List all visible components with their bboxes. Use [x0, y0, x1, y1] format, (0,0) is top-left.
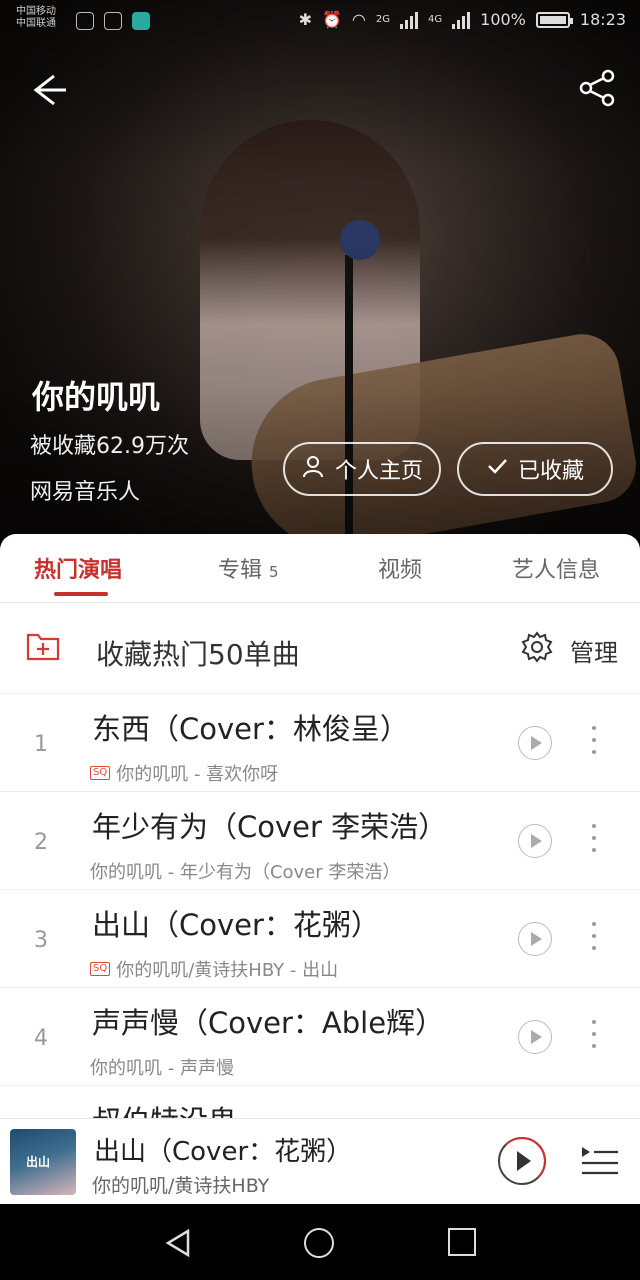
wifi-icon: ◠ — [351, 10, 366, 29]
playlist-icon[interactable] — [580, 1143, 620, 1177]
song-row[interactable]: 2 年少有为（Cover 李荣浩） 你的叽叽 - 年少有为（Cover 李荣浩） — [0, 792, 640, 890]
active-tab-indicator — [54, 592, 108, 596]
gear-icon[interactable] — [521, 631, 553, 663]
content-sheet: 热门演唱 专辑 5 视频 艺人信息 收藏热门50单曲 管理 1 东西（Cover… — [0, 534, 640, 1118]
tab-videos[interactable]: 视频 — [378, 552, 422, 584]
tab-hot-songs[interactable]: 热门演唱 — [34, 552, 122, 584]
play-icon[interactable] — [518, 726, 552, 760]
song-index: 2 — [34, 830, 48, 855]
sq-badge: SQ — [90, 766, 111, 780]
artist-source: 网易音乐人 — [30, 480, 141, 505]
reader-icon — [132, 12, 150, 30]
sq-badge: SQ — [90, 962, 111, 976]
back-arrow-icon[interactable] — [28, 70, 72, 110]
play-pause-icon[interactable] — [498, 1137, 546, 1185]
artist-name: 你的叽叽 — [32, 378, 161, 416]
collect-all-label: 收藏热门50单曲 — [96, 638, 300, 671]
manage-button[interactable]: 管理 — [570, 633, 618, 668]
tab-bar: 热门演唱 专辑 5 视频 艺人信息 — [0, 534, 640, 603]
song-index: 4 — [34, 1026, 48, 1051]
carrier-2: 中国联通 — [16, 18, 56, 29]
network-2g: 2G — [375, 14, 391, 25]
tab-albums[interactable]: 专辑 5 — [218, 552, 279, 584]
song-title: 东西（Cover：林俊呈） — [92, 712, 409, 746]
more-vertical-icon[interactable] — [592, 922, 600, 958]
person-icon — [301, 454, 325, 484]
song-title: 出山（Cover：花粥） — [92, 908, 380, 942]
collect-all-row[interactable]: 收藏热门50单曲 管理 — [0, 603, 640, 694]
song-row[interactable]: 4 声声慢（Cover：Able辉） 你的叽叽 - 声声慢 — [0, 988, 640, 1086]
alarm-icon: ⏰ — [322, 10, 342, 29]
battery-percent: 100% — [480, 10, 526, 29]
play-icon[interactable] — [518, 824, 552, 858]
system-nav-bar — [0, 1204, 640, 1280]
clock: 18:23 — [579, 10, 626, 29]
bluetooth-icon: ✱ — [298, 10, 312, 29]
play-icon[interactable] — [518, 922, 552, 956]
more-vertical-icon[interactable] — [592, 1020, 600, 1056]
song-title: 声声慢（Cover：Able辉） — [92, 1006, 445, 1040]
song-row[interactable]: 3 出山（Cover：花粥） SQ 你的叽叽/黄诗扶HBY - 出山 — [0, 890, 640, 988]
signal-icon — [400, 11, 419, 29]
battery-icon — [535, 11, 573, 28]
song-title: 年少有为（Cover 李荣浩） — [92, 810, 448, 844]
nav-recent-apps-icon[interactable] — [448, 1228, 476, 1256]
qq-icon — [76, 12, 94, 30]
carrier-1: 中国移动 — [16, 6, 56, 17]
nav-back-icon[interactable] — [164, 1228, 194, 1258]
collected-button[interactable]: 已收藏 — [457, 442, 613, 496]
tab-artist-info[interactable]: 艺人信息 — [512, 552, 600, 584]
song-row[interactable]: 1 东西（Cover：林俊呈） SQ 你的叽叽 - 喜欢你呀 — [0, 694, 640, 792]
song-subtitle: 你的叽叽 - 声声慢 — [90, 1058, 234, 1079]
now-playing-title: 出山（Cover：花粥） — [94, 1137, 353, 1167]
song-index: 1 — [34, 732, 48, 757]
song-list: 1 东西（Cover：林俊呈） SQ 你的叽叽 - 喜欢你呀 2 年少有为（Cov… — [0, 694, 640, 1118]
more-vertical-icon[interactable] — [592, 824, 600, 860]
signal-icon-2 — [452, 11, 471, 29]
app-icon — [104, 12, 122, 30]
song-title: 叔伯特没鬼 — [92, 1098, 237, 1118]
song-row[interactable]: 叔伯特没鬼 — [0, 1086, 640, 1118]
status-bar: 中国移动 中国联通 ✱ ⏰ ◠ 2G 4G 100% 18:23 — [0, 0, 640, 44]
song-subtitle: 你的叽叽 - 年少有为（Cover 李荣浩） — [90, 862, 401, 883]
album-cover[interactable]: 出山 — [10, 1129, 76, 1195]
play-icon[interactable] — [518, 1020, 552, 1054]
more-vertical-icon[interactable] — [592, 726, 600, 762]
check-icon — [486, 455, 508, 483]
nav-home-icon[interactable] — [304, 1228, 334, 1258]
artist-hero: 你的叽叽 被收藏62.9万次 网易音乐人 个人主页 已收藏 — [0, 0, 640, 560]
mini-player[interactable]: 出山 出山（Cover：花粥） 你的叽叽/黄诗扶HBY — [0, 1118, 640, 1205]
now-playing-artist: 你的叽叽/黄诗扶HBY — [92, 1175, 270, 1197]
network-4g: 4G — [428, 14, 443, 25]
song-subtitle: 你的叽叽/黄诗扶HBY - 出山 — [116, 960, 339, 981]
favorite-count: 被收藏62.9万次 — [30, 434, 189, 459]
share-icon[interactable] — [578, 68, 618, 108]
folder-plus-icon — [26, 631, 60, 661]
artist-home-button[interactable]: 个人主页 — [283, 442, 441, 496]
song-subtitle: 你的叽叽 - 喜欢你呀 — [116, 764, 279, 785]
song-index: 3 — [34, 928, 48, 953]
